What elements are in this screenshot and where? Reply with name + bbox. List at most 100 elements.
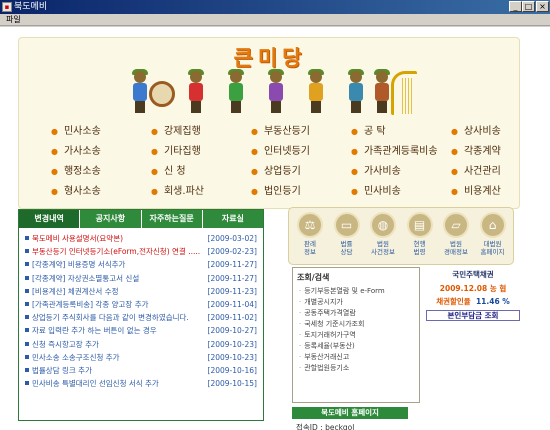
news-date: [2009-10-23] — [207, 352, 257, 362]
news-date: [2009-11-23] — [207, 286, 257, 296]
service-link[interactable]: ● 행정소송 — [51, 162, 101, 177]
folder-icon: ▱ — [443, 212, 469, 238]
search-link[interactable]: 등기부등본열람 및 e-Form — [299, 286, 417, 297]
service-link[interactable]: ● 각종계약 — [451, 142, 501, 157]
news-row[interactable]: 상업등기 주식회사를 다음과 같이 변경하였습니다. [2009-11-02] — [19, 311, 263, 324]
mascot-figure — [225, 69, 247, 115]
news-row[interactable]: 신청 즉시항고장 추가 [2009-10-23] — [19, 338, 263, 351]
service-link[interactable]: ● 인터넷등기 — [251, 142, 310, 157]
homepage-button[interactable]: 북도메비 홈페이지 — [292, 407, 408, 419]
news-row[interactable]: [비용계산] 체권계산서 수정 [2009-11-23] — [19, 285, 263, 298]
search-link[interactable]: 등록세율(부동산) — [299, 341, 417, 352]
search-panel: 조회/검색 등기부등본열람 및 e-Form개별공시지가공동주택가격열람국세청 … — [292, 267, 420, 403]
search-link[interactable]: 부동산거래신고 — [299, 352, 417, 363]
tab-changelog[interactable]: 변경내역 — [19, 210, 81, 228]
news-row[interactable]: 자료 입력란 추가 하는 버튼이 없는 경우 [2009-10-27] — [19, 324, 263, 337]
service-link[interactable]: ● 회생.파산 — [151, 182, 204, 197]
news-date: [2009-10-15] — [207, 379, 257, 389]
news-title[interactable]: 민사비송 특별대리인 선임신청 서식 추가 — [32, 377, 210, 390]
bullet-icon — [25, 328, 29, 333]
shortcut-button[interactable]: ◍ 법원 사건정보 — [368, 212, 398, 256]
bullet-icon — [25, 301, 29, 306]
news-title[interactable]: [비용계산] 체권계산서 수정 — [32, 285, 210, 298]
harp-icon — [391, 71, 417, 115]
service-link[interactable]: ● 민사비송 — [351, 182, 401, 197]
tab-notices[interactable]: 공지사항 — [80, 210, 142, 228]
news-date: [2009-10-16] — [207, 365, 257, 375]
mascot-figure — [185, 69, 207, 115]
news-date: [2009-10-23] — [207, 339, 257, 349]
shortcut-button[interactable]: ⚖ 판례 정보 — [295, 212, 325, 256]
window-title: 북도메비 — [14, 2, 48, 12]
shortcut-button[interactable]: ▱ 법원 경매정보 — [441, 212, 471, 256]
news-title[interactable]: [가족관계등록비송] 각종 양고장 추가 — [32, 298, 210, 311]
shortcut-button[interactable]: ⌂ 대법원 홈페이지 — [478, 212, 508, 256]
news-tabs: 변경내역 공지사항 자주하는질문 자료실 — [19, 210, 263, 228]
search-link[interactable]: 토지거래허가구역 — [299, 330, 417, 341]
bullet-icon — [25, 288, 29, 293]
bond-rate-panel: 국민주택채권 2009.12.08 농 협 채권할인율 11.46 % 본인부담… — [422, 269, 524, 321]
news-title[interactable]: [각종계약] 자상권소멸통고서 신설 — [32, 272, 210, 285]
tab-faq[interactable]: 자주하는질문 — [141, 210, 203, 228]
service-link[interactable]: ● 가사소송 — [51, 142, 101, 157]
search-link[interactable]: 관할법원등기소 — [299, 363, 417, 374]
news-row[interactable]: [각종계약] 비용증명 서식추가 [2009-11-27] — [19, 258, 263, 271]
news-title[interactable]: 신청 즉시항고장 추가 — [32, 338, 210, 351]
service-link[interactable]: ● 신 청 — [151, 162, 186, 177]
shortcut-label: 법률 상담 — [340, 240, 353, 256]
news-title[interactable]: 부동산등기 인터넷등기소(eForm,전자신청) 연결 ..... — [32, 245, 210, 258]
menu-file[interactable]: 파일 — [6, 15, 21, 24]
service-link[interactable]: ● 강제집행 — [151, 122, 201, 137]
bullet-icon — [25, 354, 29, 359]
shortcut-label: 현행 법령 — [413, 240, 426, 256]
bullet-icon — [25, 315, 29, 320]
news-title[interactable]: 민사소송 소송구조신청 추가 — [32, 351, 210, 364]
news-title[interactable]: 상업등기 주식회사를 다음과 같이 변경하였습니다. — [32, 311, 210, 324]
service-link[interactable]: ● 형사소송 — [51, 182, 101, 197]
service-link[interactable]: ● 법인등기 — [251, 182, 301, 197]
news-row[interactable]: 민사소송 소송구조신청 추가 [2009-10-23] — [19, 351, 263, 364]
news-row[interactable]: 법률상담 링크 추가 [2009-10-16] — [19, 364, 263, 377]
service-link[interactable]: ● 부동산등기 — [251, 122, 310, 137]
minimize-button[interactable]: _ — [509, 1, 522, 12]
shortcut-button[interactable]: ▤ 현행 법령 — [405, 212, 435, 256]
service-link[interactable]: ● 사건관리 — [451, 162, 501, 177]
news-row[interactable]: 부동산등기 인터넷등기소(eForm,전자신청) 연결 ..... [2009-0… — [19, 245, 263, 258]
bullet-icon — [25, 249, 29, 254]
news-date: [2009-11-27] — [207, 273, 257, 283]
bullet-icon — [25, 236, 29, 240]
news-title[interactable]: 법률상담 링크 추가 — [32, 364, 210, 377]
search-link[interactable]: 개별공시지가 — [299, 297, 417, 308]
close-button[interactable]: × — [536, 1, 549, 12]
service-link[interactable]: ● 가사비송 — [351, 162, 401, 177]
service-link[interactable]: ● 상사비송 — [451, 122, 501, 137]
bond-date: 2009.12.08 농 협 — [439, 284, 507, 293]
service-link[interactable]: ● 공 탁 — [351, 122, 386, 137]
service-link[interactable]: ● 민사소송 — [51, 122, 101, 137]
book-icon: ▤ — [406, 212, 433, 238]
service-link[interactable]: ● 비용계산 — [451, 182, 501, 197]
news-row[interactable]: 민사비송 특별대리인 선임신청 서식 추가 [2009-10-15] — [19, 377, 263, 390]
news-title[interactable]: 북도메비 사용설명서(요약본) — [32, 232, 210, 245]
shortcut-label: 대법원 홈페이지 — [480, 240, 505, 256]
news-row[interactable]: [가족관계등록비송] 각종 양고장 추가 [2009-11-04] — [19, 298, 263, 311]
title-bar: ▪ 북도메비 _ □ × — [0, 0, 550, 14]
news-date: [2009-11-27] — [207, 260, 257, 270]
search-link[interactable]: 국세청 기준시가조회 — [299, 319, 417, 330]
copay-lookup-button[interactable]: 본인부담금 조회 — [426, 310, 520, 321]
mascot-illustration — [119, 69, 439, 115]
maximize-button[interactable]: □ — [522, 1, 535, 12]
service-link[interactable]: ● 기타집행 — [151, 142, 201, 157]
service-link[interactable]: ● 상업등기 — [251, 162, 301, 177]
news-title[interactable]: 자료 입력란 추가 하는 버튼이 없는 경우 — [32, 324, 210, 337]
news-date: [2009-11-04] — [207, 299, 257, 309]
shortcut-button[interactable]: ▭ 법률 상담 — [332, 212, 362, 256]
news-row[interactable]: [각종계약] 자상권소멸통고서 신설 [2009-11-27] — [19, 272, 263, 285]
news-row[interactable]: 북도메비 사용설명서(요약본) [2009-03-02] — [19, 232, 263, 245]
service-banner: 큰미당 ● 민사소송 ● 강제집행 ● 부동산등기 ● 공 탁 ● 상사비송 ●… — [18, 37, 520, 209]
search-link[interactable]: 공동주택가격열람 — [299, 308, 417, 319]
news-title[interactable]: [각종계약] 비용증명 서식추가 — [32, 258, 210, 271]
computer-icon: ▭ — [333, 212, 360, 238]
tab-downloads[interactable]: 자료실 — [202, 210, 263, 228]
service-link[interactable]: ● 가족관계등록비송 — [351, 142, 438, 157]
